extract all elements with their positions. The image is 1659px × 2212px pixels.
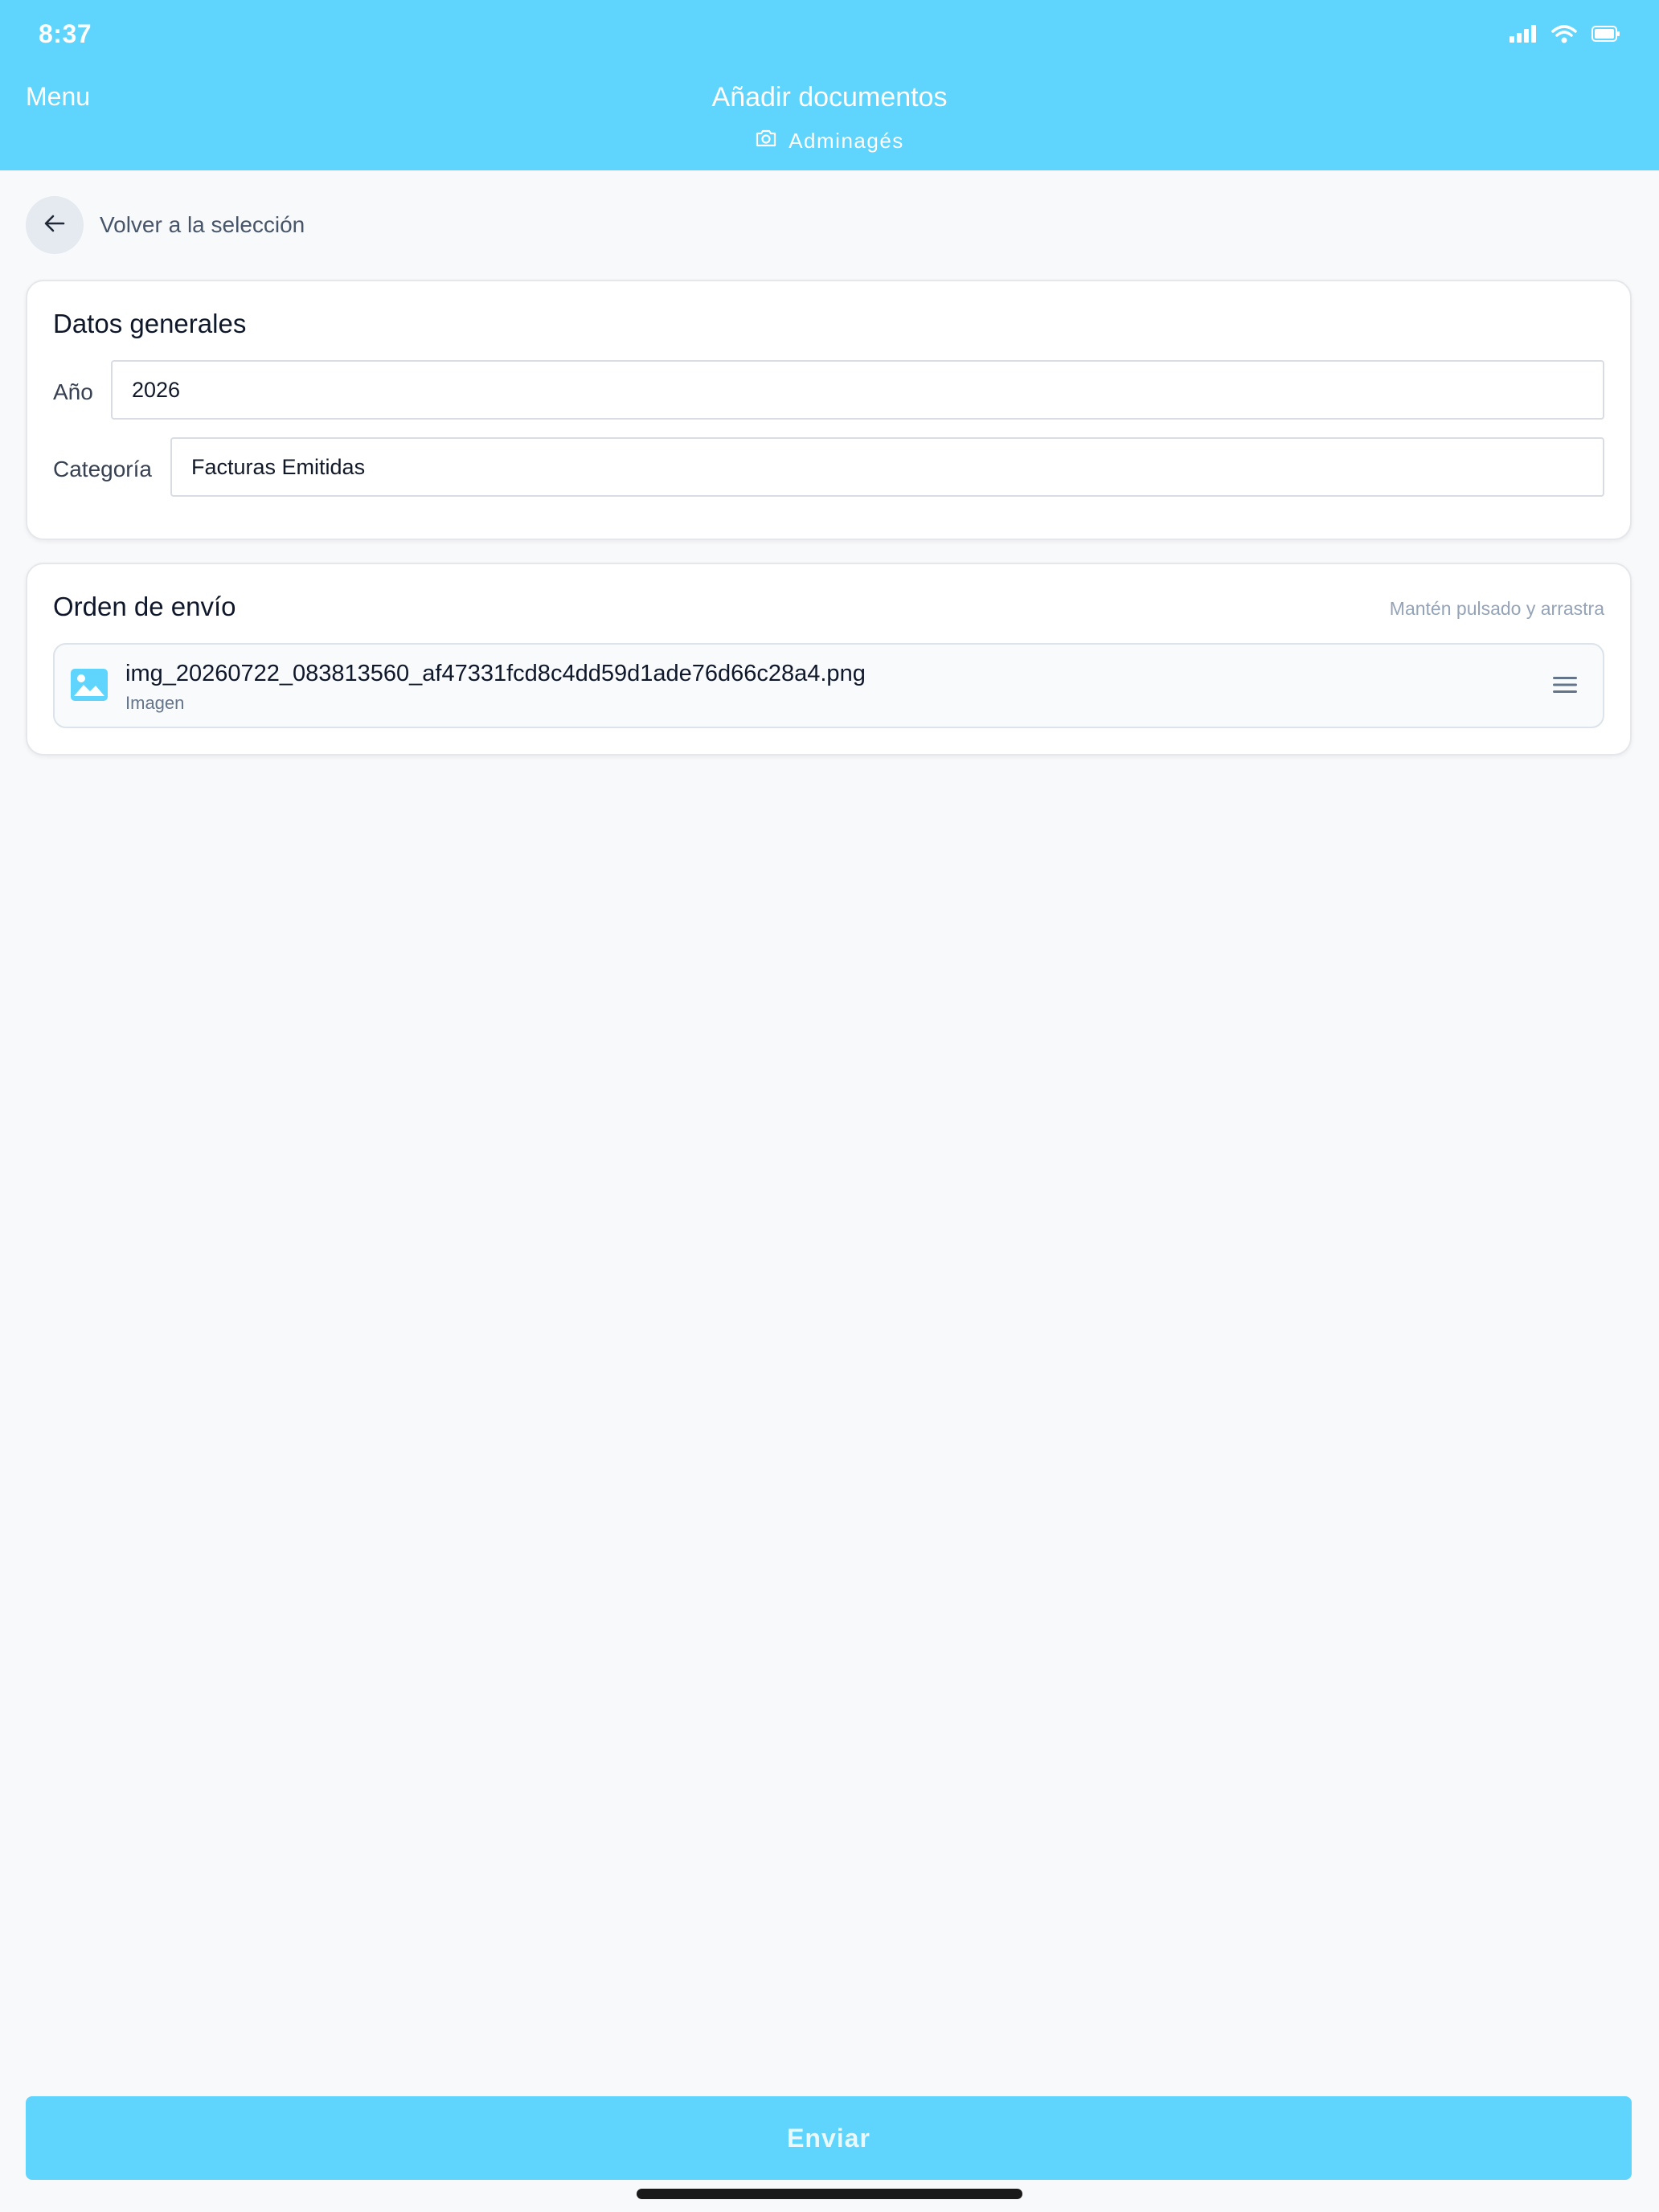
- wifi-icon: [1551, 24, 1577, 47]
- document-name: img_20260722_083813560_af47331fcd8c4dd59…: [125, 661, 866, 686]
- subtitle-text: Adminagés: [789, 129, 904, 153]
- year-label: Año: [53, 379, 93, 404]
- category-input[interactable]: [170, 437, 1604, 497]
- submit-button[interactable]: Enviar: [26, 2096, 1632, 2180]
- drag-hint: Mantén pulsado y arrastra: [1389, 598, 1604, 619]
- back-button[interactable]: [26, 196, 84, 254]
- app-header: 8:37 Menu Añadir documentos Adminagés: [0, 0, 1659, 170]
- general-data-title: Datos generales: [53, 309, 247, 338]
- send-order-title: Orden de envío: [53, 592, 236, 621]
- page-title: Añadir documentos: [711, 82, 948, 113]
- cellular-signal-icon: [1509, 25, 1537, 47]
- nav-subtitle: Adminagés: [0, 129, 1659, 154]
- status-icons: [1509, 24, 1620, 47]
- category-label: Categoría: [53, 457, 152, 481]
- send-order-card: Orden de envío Mantén pulsado y arrastra…: [26, 563, 1632, 756]
- arrow-left-icon: [44, 215, 65, 236]
- camera-icon: [755, 129, 777, 154]
- back-label: Volver a la selección: [100, 212, 305, 237]
- home-indicator: [637, 2189, 1022, 2199]
- drag-handle-icon[interactable]: [1551, 675, 1579, 698]
- year-input[interactable]: [111, 360, 1604, 420]
- document-type: Imagen: [125, 693, 185, 713]
- general-data-card: Datos generales Año Categoría: [26, 280, 1632, 540]
- image-file-icon: [71, 669, 108, 705]
- battery-icon: [1591, 26, 1620, 46]
- status-time: 8:37: [39, 19, 92, 48]
- document-list-item[interactable]: img_20260722_083813560_af47331fcd8c4dd59…: [53, 643, 1604, 728]
- back-to-selection[interactable]: Volver a la selección: [26, 196, 305, 254]
